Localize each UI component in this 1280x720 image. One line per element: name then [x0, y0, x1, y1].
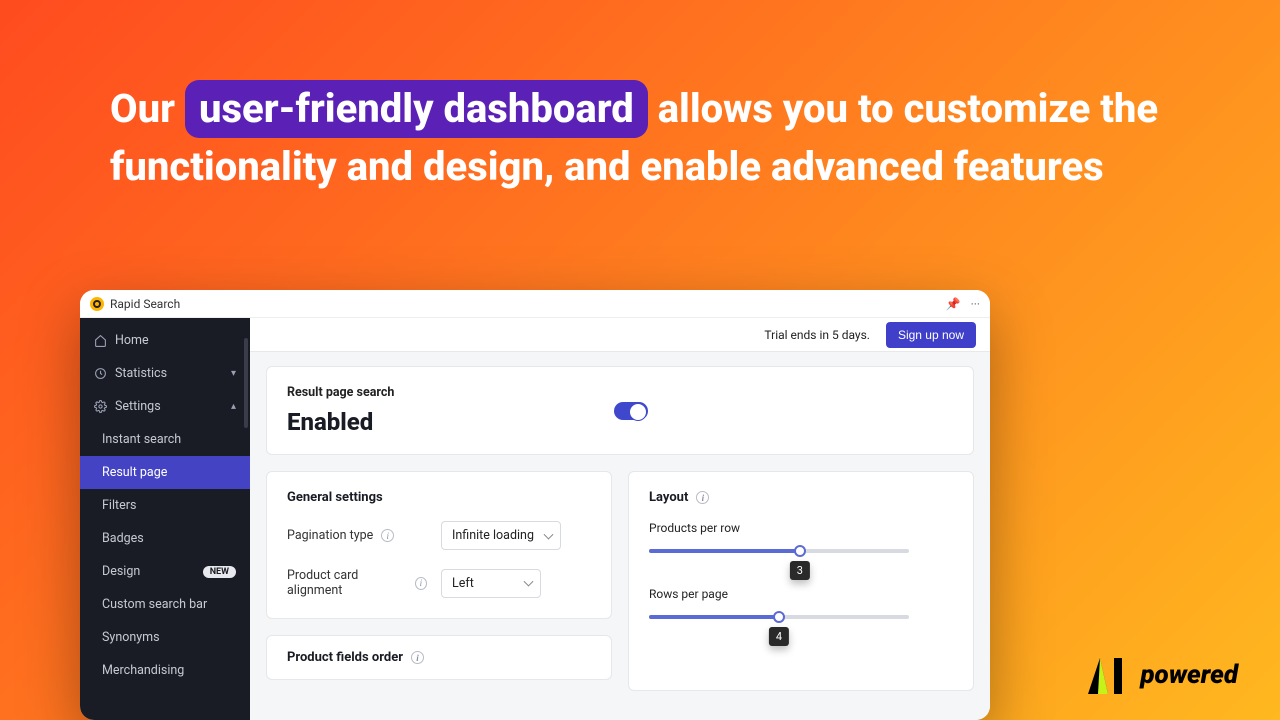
- hero-highlight: user-friendly dashboard: [185, 80, 648, 138]
- fields-order-title: Product fields order: [287, 650, 403, 665]
- new-badge: NEW: [203, 566, 236, 578]
- sidebar-stats-label: Statistics: [115, 366, 167, 381]
- ai-powered-logo: powered: [1084, 654, 1238, 696]
- app-window: Rapid Search 📌 ··· Home: [80, 290, 990, 720]
- window-title: Rapid Search: [110, 297, 180, 311]
- info-icon[interactable]: i: [415, 577, 427, 590]
- hero-pre: Our: [110, 85, 185, 132]
- pagination-type-label: Pagination type: [287, 528, 373, 543]
- layout-title: Layout: [649, 490, 688, 505]
- info-icon[interactable]: i: [696, 491, 709, 504]
- products-per-row-value: 3: [790, 561, 810, 580]
- sidebar-item-design[interactable]: Design NEW: [80, 555, 250, 588]
- sidebar-item-instant-search[interactable]: Instant search: [80, 423, 250, 456]
- home-icon: [94, 334, 107, 347]
- products-per-row-slider[interactable]: 3: [649, 549, 909, 553]
- pagination-type-select[interactable]: Infinite loading: [441, 521, 561, 550]
- sidebar-item-merchandising[interactable]: Merchandising: [80, 654, 250, 687]
- signup-button[interactable]: Sign up now: [886, 322, 976, 348]
- enabled-toggle[interactable]: [614, 402, 648, 420]
- trial-text: Trial ends in 5 days.: [764, 328, 870, 342]
- info-icon[interactable]: i: [411, 651, 424, 664]
- app-icon: [90, 297, 104, 311]
- chevron-down-icon: ▾: [231, 368, 236, 379]
- sidebar-item-result-page[interactable]: Result page: [80, 456, 250, 489]
- sidebar-item-synonyms[interactable]: Synonyms: [80, 621, 250, 654]
- gear-icon: [94, 400, 107, 413]
- sidebar-settings-label: Settings: [115, 399, 161, 414]
- rows-per-page-value: 4: [769, 627, 789, 646]
- products-per-row-label: Products per row: [649, 521, 953, 535]
- window-titlebar: Rapid Search 📌 ···: [80, 290, 990, 318]
- sidebar: Home Statistics ▾: [80, 318, 250, 720]
- alignment-select[interactable]: Left: [441, 569, 541, 598]
- header-subtitle: Result page search: [287, 385, 394, 400]
- rows-per-page-label: Rows per page: [649, 587, 953, 601]
- sidebar-item-filters[interactable]: Filters: [80, 489, 250, 522]
- clock-icon: [94, 367, 107, 380]
- result-page-header-card: Result page search Enabled: [266, 366, 974, 455]
- sidebar-item-custom-search-bar[interactable]: Custom search bar: [80, 588, 250, 621]
- product-fields-order-card: Product fields order i: [266, 635, 612, 680]
- hero-headline: Our user-friendly dashboard allows you t…: [110, 80, 1170, 196]
- info-icon[interactable]: i: [381, 529, 394, 542]
- rows-per-page-slider[interactable]: 4: [649, 615, 909, 619]
- more-icon[interactable]: ···: [971, 297, 980, 311]
- ai-powered-text: powered: [1140, 660, 1238, 690]
- layout-card: Layout i Products per row 3: [628, 471, 974, 691]
- sidebar-item-badges[interactable]: Badges: [80, 522, 250, 555]
- ai-mark-icon: [1084, 654, 1130, 696]
- pin-icon[interactable]: 📌: [946, 297, 961, 311]
- header-title: Enabled: [287, 408, 394, 436]
- sidebar-item-settings[interactable]: Settings ▴: [80, 390, 250, 423]
- general-settings-title: General settings: [287, 490, 591, 505]
- sidebar-item-home[interactable]: Home: [80, 324, 250, 357]
- general-settings-card: General settings Pagination type i Infin…: [266, 471, 612, 619]
- chevron-up-icon: ▴: [231, 401, 236, 412]
- alignment-label: Product card alignment: [287, 568, 407, 598]
- topbar: Trial ends in 5 days. Sign up now: [250, 318, 990, 352]
- sidebar-home-label: Home: [115, 333, 149, 348]
- sidebar-item-statistics[interactable]: Statistics ▾: [80, 357, 250, 390]
